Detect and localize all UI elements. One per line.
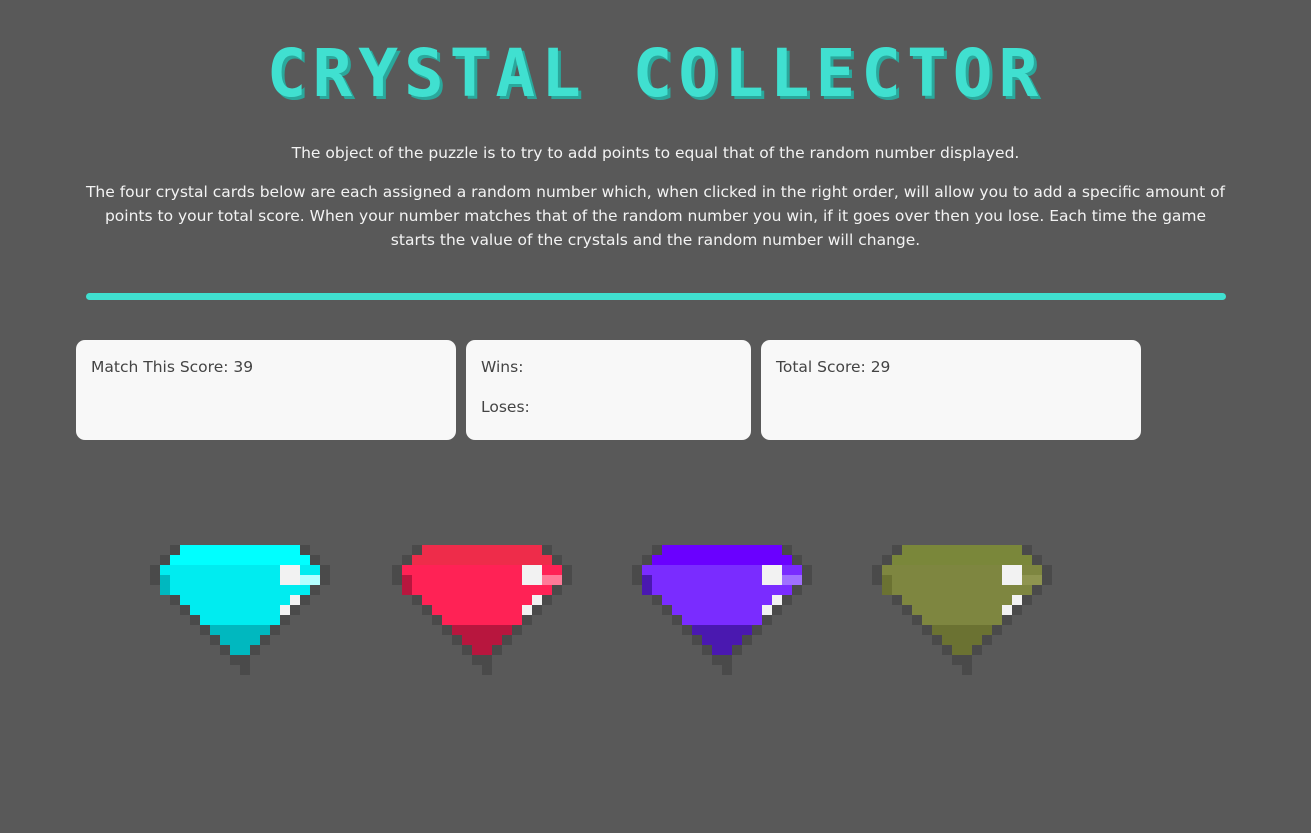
red-crystal-button[interactable] — [387, 540, 577, 681]
win-loss-card: Wins: Loses: — [466, 340, 751, 440]
divider — [86, 293, 1226, 300]
purple-crystal-icon — [632, 545, 812, 675]
loses-text: Loses: — [481, 398, 530, 416]
target-score-card: Match This Score: 39 — [76, 340, 456, 440]
purple-crystal-button[interactable] — [627, 540, 817, 681]
instructions-line-1: The object of the puzzle is to try to ad… — [291, 144, 1020, 162]
olive-crystal-button[interactable] — [867, 540, 1057, 681]
total-score-card: Total Score: 29 — [761, 340, 1141, 440]
cyan-crystal-button[interactable] — [145, 540, 335, 681]
game-page: CRYSTAL COLLECTOR The object of the puzz… — [0, 0, 1311, 833]
olive-crystal-icon — [872, 545, 1052, 675]
red-crystal-icon — [392, 545, 572, 675]
target-score-text: Match This Score: 39 — [91, 358, 254, 376]
cyan-crystal-icon — [150, 545, 330, 675]
total-score-text: Total Score: 29 — [776, 358, 891, 376]
wins-text: Wins: — [481, 358, 524, 376]
instructions-line-2: The four crystal cards below are each as… — [85, 183, 1226, 249]
page-title: CRYSTAL COLLECTOR — [266, 35, 1045, 112]
